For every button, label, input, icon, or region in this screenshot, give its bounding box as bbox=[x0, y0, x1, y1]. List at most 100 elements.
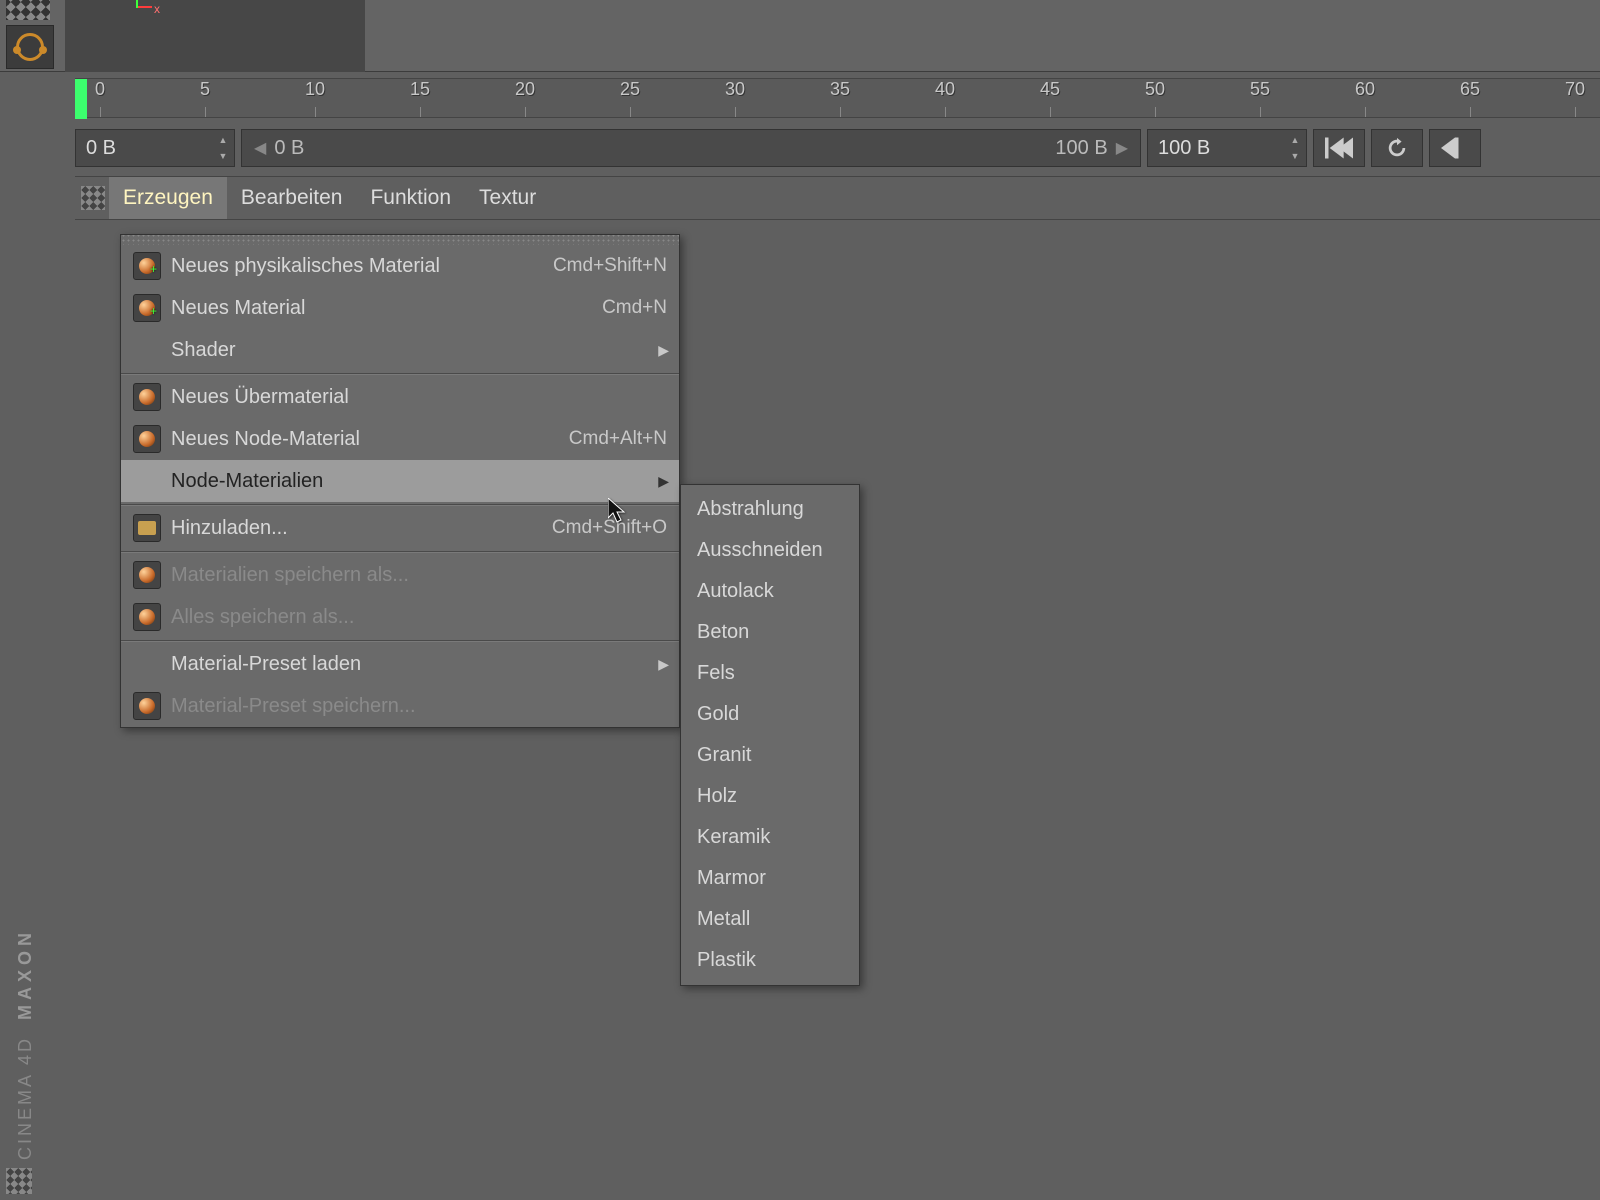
timeline-tick: 0 bbox=[95, 79, 105, 100]
node-materialien-submenu: AbstrahlungAusschneidenAutolackBetonFels… bbox=[680, 484, 860, 986]
menu-item-material-preset-speichern: Material-Preset speichern... bbox=[121, 685, 679, 727]
material-icon bbox=[133, 383, 161, 411]
loop-button[interactable] bbox=[1371, 129, 1423, 167]
erzeugen-dropdown: +Neues physikalisches MaterialCmd+Shift+… bbox=[120, 234, 680, 728]
axis-x bbox=[138, 6, 152, 8]
menu-item-shader[interactable]: Shader▶ bbox=[121, 329, 679, 371]
timeline-tick: 20 bbox=[515, 79, 535, 100]
brand-label: CINEMA 4D MAXON bbox=[15, 928, 36, 1160]
menu-item-label: Neues Node-Material bbox=[171, 428, 569, 451]
material-icon bbox=[133, 561, 161, 589]
menu-item-label: Neues physikalisches Material bbox=[171, 255, 553, 278]
vendor-name: MAXON bbox=[15, 928, 35, 1020]
menu-item-node-materialien[interactable]: Node-Materialien▶ bbox=[121, 460, 679, 502]
timeline-tick: 15 bbox=[410, 79, 430, 100]
menu-item-neues-node-material[interactable]: Neues Node-MaterialCmd+Alt+N bbox=[121, 418, 679, 460]
menu-separator bbox=[121, 504, 679, 505]
submenu-item-marmor[interactable]: Marmor bbox=[681, 858, 859, 899]
total-frames-value: 100 B bbox=[1158, 137, 1210, 160]
axis-x-label: x bbox=[154, 2, 160, 16]
timeline-tick: 10 bbox=[305, 79, 325, 100]
stepper-icon[interactable]: ▲▼ bbox=[216, 132, 230, 164]
menu-item-hinzuladen[interactable]: Hinzuladen...Cmd+Shift+O bbox=[121, 507, 679, 549]
viewport-strip: x bbox=[0, 0, 1600, 72]
submenu-item-gold[interactable]: Gold bbox=[681, 694, 859, 735]
menu-separator bbox=[121, 640, 679, 641]
folder-icon bbox=[133, 514, 161, 542]
range-start-value: 0 B bbox=[274, 137, 304, 160]
submenu-item-beton[interactable]: Beton bbox=[681, 612, 859, 653]
menu-item-neues-physikalisches-material[interactable]: + Neues physikalisches MaterialCmd+Shift+… bbox=[121, 245, 679, 287]
menu-textur[interactable]: Textur bbox=[465, 177, 550, 219]
submenu-item-metall[interactable]: Metall bbox=[681, 899, 859, 940]
shortcut-label: Cmd+Shift+O bbox=[552, 517, 667, 539]
menu-bearbeiten[interactable]: Bearbeiten bbox=[227, 177, 357, 219]
range-end-value: 100 B bbox=[1055, 137, 1107, 160]
submenu-item-fels[interactable]: Fels bbox=[681, 653, 859, 694]
menu-item-neues-bermaterial[interactable]: Neues Übermaterial bbox=[121, 376, 679, 418]
timeline-tick: 40 bbox=[935, 79, 955, 100]
tool-icon[interactable] bbox=[6, 25, 54, 69]
material-add-icon: + bbox=[133, 252, 161, 280]
current-frame-field[interactable]: 0 B ▲▼ bbox=[75, 129, 235, 167]
viewport-inner bbox=[65, 0, 365, 72]
submenu-item-plastik[interactable]: Plastik bbox=[681, 940, 859, 981]
submenu-item-keramik[interactable]: Keramik bbox=[681, 817, 859, 858]
timeline-ruler[interactable]: 0510152025303540455055606570 bbox=[75, 78, 1600, 118]
submenu-item-autolack[interactable]: Autolack bbox=[681, 571, 859, 612]
timeline-tick: 65 bbox=[1460, 79, 1480, 100]
menu-erzeugen[interactable]: Erzeugen bbox=[109, 177, 227, 219]
material-icon bbox=[133, 425, 161, 453]
menu-item-label: Neues Übermaterial bbox=[171, 386, 667, 409]
submenu-item-ausschneiden[interactable]: Ausschneiden bbox=[681, 530, 859, 571]
menu-item-neues-material[interactable]: + Neues MaterialCmd+N bbox=[121, 287, 679, 329]
blank-icon bbox=[133, 336, 161, 364]
frame-controls: 0 B ▲▼ ◀ 0 B 100 B ▶ 100 B ▲▼ bbox=[75, 124, 1600, 172]
menu-separator bbox=[121, 373, 679, 374]
current-frame-value: 0 B bbox=[86, 137, 116, 160]
submenu-item-holz[interactable]: Holz bbox=[681, 776, 859, 817]
timeline-tick: 25 bbox=[620, 79, 640, 100]
timeline-playhead[interactable] bbox=[75, 79, 87, 119]
menu-item-label: Alles speichern als... bbox=[171, 606, 667, 629]
blank-icon bbox=[133, 467, 161, 495]
timeline-tick: 5 bbox=[200, 79, 210, 100]
menu-item-material-preset-laden[interactable]: Material-Preset laden▶ bbox=[121, 643, 679, 685]
grid-icon[interactable] bbox=[6, 1168, 32, 1194]
shortcut-label: Cmd+Alt+N bbox=[569, 428, 667, 450]
menu-item-label: Neues Material bbox=[171, 297, 602, 320]
shortcut-label: Cmd+Shift+N bbox=[553, 255, 667, 277]
menu-grip-icon[interactable] bbox=[121, 235, 679, 245]
menu-item-label: Node-Materialien bbox=[171, 470, 667, 493]
timeline-tick: 70 bbox=[1565, 79, 1585, 100]
shortcut-label: Cmd+N bbox=[602, 297, 667, 319]
timeline-tick: 55 bbox=[1250, 79, 1270, 100]
menu-item-label: Material-Preset laden bbox=[171, 653, 667, 676]
timeline-tick: 60 bbox=[1355, 79, 1375, 100]
menu-item-label: Hinzuladen... bbox=[171, 517, 552, 540]
chevron-right-icon: ▶ bbox=[658, 342, 669, 359]
timeline-tick: 45 bbox=[1040, 79, 1060, 100]
stepper-icon[interactable]: ▲▼ bbox=[1288, 132, 1302, 164]
menu-item-label: Shader bbox=[171, 339, 667, 362]
submenu-item-granit[interactable]: Granit bbox=[681, 735, 859, 776]
chevron-right-icon[interactable]: ▶ bbox=[1112, 138, 1132, 158]
chevron-right-icon: ▶ bbox=[658, 473, 669, 490]
submenu-item-abstrahlung[interactable]: Abstrahlung bbox=[681, 489, 859, 530]
chevron-left-icon[interactable]: ◀ bbox=[250, 138, 270, 158]
menu-item-alles-speichern-als: Alles speichern als... bbox=[121, 596, 679, 638]
menu-funktion[interactable]: Funktion bbox=[356, 177, 465, 219]
menu-item-materialien-speichern-als: Materialien speichern als... bbox=[121, 554, 679, 596]
grid-icon[interactable] bbox=[77, 182, 109, 214]
material-add-icon: + bbox=[133, 294, 161, 322]
checker-icon bbox=[6, 0, 50, 20]
menu-item-label: Material-Preset speichern... bbox=[171, 695, 667, 718]
goto-start-button[interactable] bbox=[1313, 129, 1365, 167]
chevron-right-icon: ▶ bbox=[658, 656, 669, 673]
frame-range-slider[interactable]: ◀ 0 B 100 B ▶ bbox=[241, 129, 1141, 167]
step-back-button[interactable] bbox=[1429, 129, 1481, 167]
menu-separator bbox=[121, 551, 679, 552]
blank-icon bbox=[133, 650, 161, 678]
total-frames-field[interactable]: 100 B ▲▼ bbox=[1147, 129, 1307, 167]
product-name: CINEMA 4D bbox=[15, 1036, 35, 1160]
